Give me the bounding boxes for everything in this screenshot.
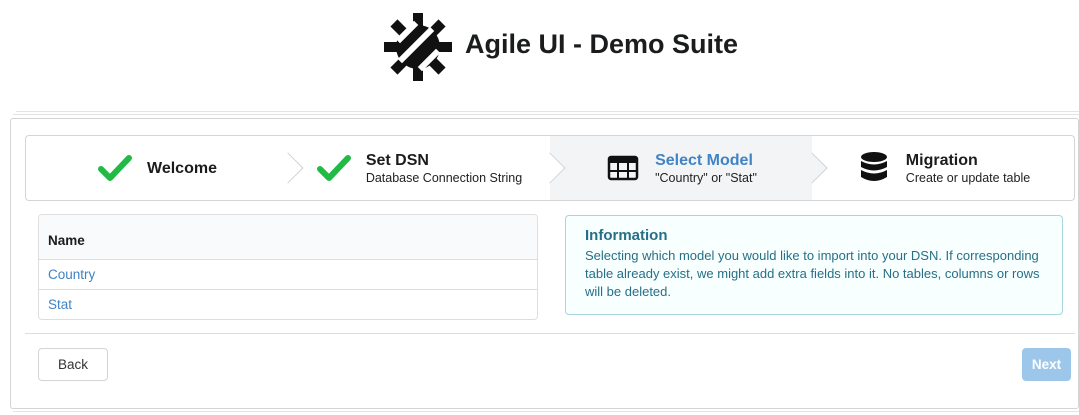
step-welcome[interactable]: Welcome [26,136,304,200]
wizard-panel: Welcome Set DSN Database Connection Stri… [10,118,1079,409]
model-link-stat[interactable]: Stat [48,297,72,312]
stack-edge-bottom [13,411,1079,412]
checkmark-icon [316,150,352,186]
info-message: Information Selecting which model you wo… [565,215,1063,315]
app-header: Agile UI - Demo Suite [0,0,1079,100]
app-title: Agile UI - Demo Suite [465,29,739,59]
step-description: Database Connection String [365,170,523,185]
checkmark-icon [97,150,133,186]
step-description: Create or update table [905,170,1031,185]
stack-edge-top [16,111,1079,112]
info-body: Selecting which model you would like to … [585,248,1040,299]
step-migration[interactable]: Migration Create or update table [812,136,1074,200]
stack-edge-top-2 [13,114,1079,115]
table-icon [605,150,641,186]
table-header-name: Name [39,215,537,260]
step-title: Select Model [655,151,753,169]
divider [25,333,1075,334]
database-icon [856,150,892,186]
info-heading: Information [585,227,668,244]
model-table: Name Country Stat [38,214,538,320]
next-button[interactable]: Next [1022,348,1071,381]
step-description: "Country" or "Stat" [655,170,757,185]
step-title: Set DSN [365,151,429,169]
back-button[interactable]: Back [38,348,108,381]
step-title: Welcome [147,159,217,177]
wizard-steps: Welcome Set DSN Database Connection Stri… [25,135,1075,201]
agile-logo-icon [383,12,453,82]
step-select-model[interactable]: Select Model "Country" or "Stat" [550,136,828,200]
table-row: Stat [39,290,537,319]
step-title: Migration [905,151,978,169]
table-row: Country [39,260,537,290]
step-set-dsn[interactable]: Set DSN Database Connection String [288,136,566,200]
model-link-country[interactable]: Country [48,267,95,282]
